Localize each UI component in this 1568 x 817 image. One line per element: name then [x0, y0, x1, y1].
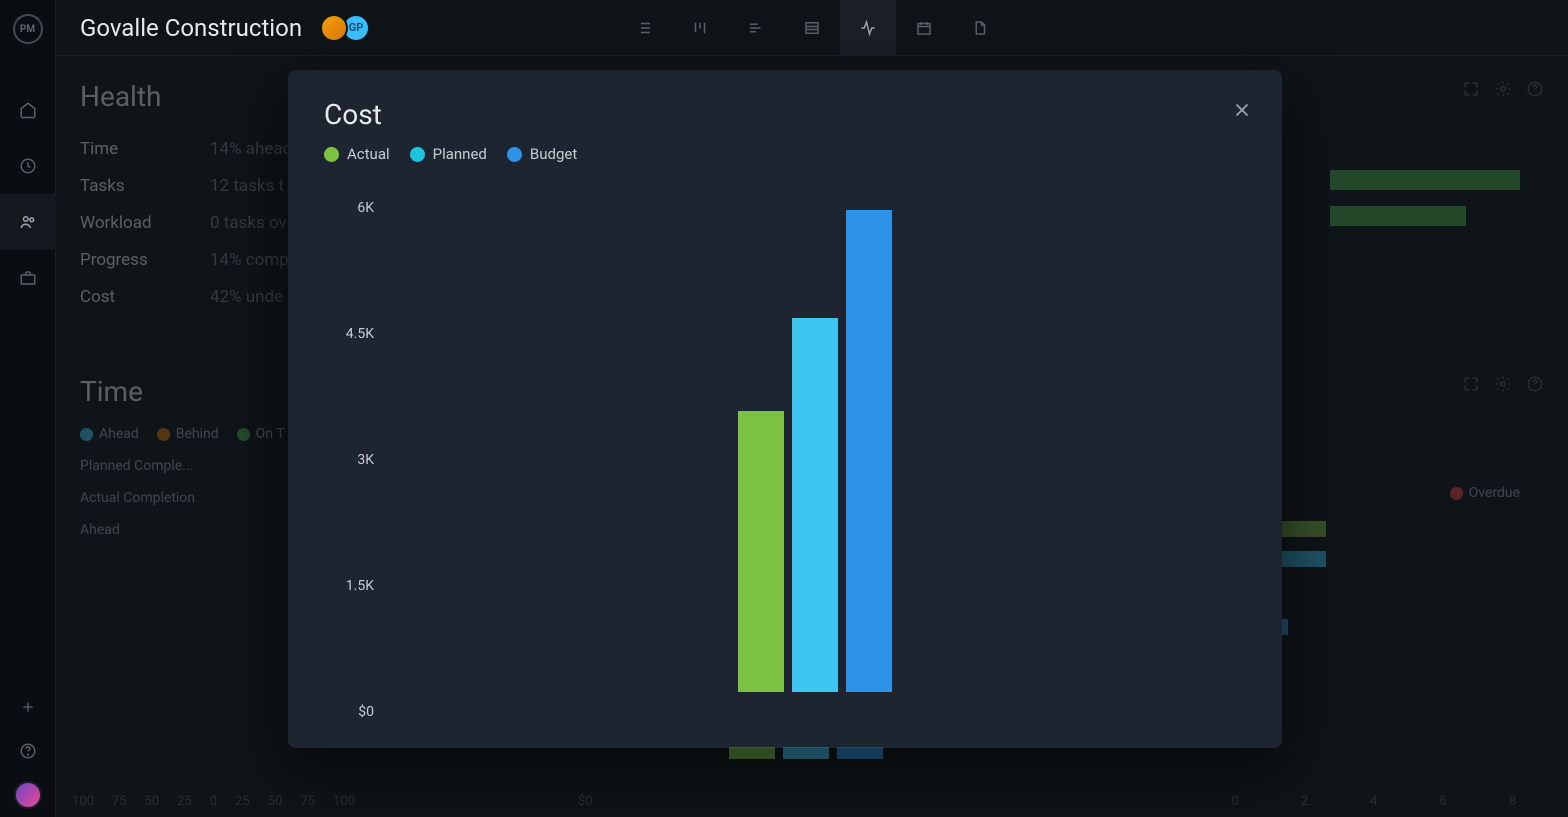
help-icon[interactable] [1526, 80, 1544, 98]
time-legend-behind: Behind [176, 426, 219, 442]
view-list-icon[interactable] [616, 0, 672, 56]
y-tick: 1.5K [324, 578, 374, 594]
modal-title: Cost [324, 98, 1246, 131]
bars [738, 210, 892, 692]
health-label: Time [80, 139, 210, 159]
legend-dot-budget [507, 147, 522, 162]
health-label: Progress [80, 250, 210, 270]
help-icon[interactable] [1526, 375, 1544, 393]
add-button[interactable] [0, 685, 56, 729]
health-label: Cost [80, 287, 210, 307]
nav-home-icon[interactable] [0, 82, 56, 138]
user-badge-1[interactable] [320, 14, 348, 42]
cost-modal: Cost Actual Planned Budget 6K 4.5K 3K 1.… [288, 70, 1282, 748]
left-sidebar: PM [0, 0, 56, 817]
health-panel-title: Health [80, 80, 161, 113]
modal-legend: Actual Planned Budget [324, 145, 1246, 163]
app-logo[interactable]: PM [13, 14, 43, 44]
task-axis-bg: 02468 [1231, 794, 1516, 809]
y-tick: 4.5K [324, 326, 374, 342]
project-title: Govalle Construction [80, 14, 302, 42]
health-label: Tasks [80, 176, 210, 196]
time-legend-ontrack: On T [256, 426, 285, 442]
nav-clock-icon[interactable] [0, 138, 56, 194]
tasks-legend-overdue: Overdue [1469, 485, 1520, 501]
legend-dot-planned [410, 147, 425, 162]
health-label: Workload [80, 213, 210, 233]
time-panel-title: Time [80, 375, 143, 408]
view-file-icon[interactable] [952, 0, 1008, 56]
nav-briefcase-icon[interactable] [0, 250, 56, 306]
bg-cost-bars [729, 747, 883, 759]
legend-label-budget: Budget [530, 145, 577, 163]
health-value: 12 tasks t [210, 176, 284, 196]
health-value: 0 tasks ov [210, 213, 287, 233]
y-tick: 3K [324, 452, 374, 468]
legend-dot-actual [324, 147, 339, 162]
nav-people-icon[interactable] [0, 194, 56, 250]
y-tick: $0 [324, 704, 374, 720]
legend-label-actual: Actual [347, 145, 390, 163]
bar-planned [792, 318, 838, 692]
expand-icon[interactable] [1462, 80, 1480, 98]
health-value: 14% ahead [210, 139, 292, 159]
health-value: 42% unde [210, 287, 283, 307]
chart-area: 6K 4.5K 3K 1.5K $0 [324, 200, 1246, 720]
bar-actual [738, 411, 784, 692]
view-switcher [616, 0, 1008, 56]
gear-icon[interactable] [1494, 80, 1512, 98]
top-header: Govalle Construction GP [56, 0, 1568, 56]
view-calendar-icon[interactable] [896, 0, 952, 56]
gear-icon[interactable] [1494, 375, 1512, 393]
view-board-icon[interactable] [672, 0, 728, 56]
close-icon[interactable] [1230, 98, 1254, 122]
help-icon[interactable] [0, 729, 56, 773]
user-badges[interactable]: GP [326, 14, 370, 42]
view-activity-icon[interactable] [840, 0, 896, 56]
user-avatar[interactable] [0, 773, 56, 817]
health-value: 14% comp [210, 250, 289, 270]
bar-budget [846, 210, 892, 692]
cost-axis-bg: $0 [578, 794, 593, 809]
y-axis: 6K 4.5K 3K 1.5K $0 [324, 200, 374, 720]
view-table-icon[interactable] [784, 0, 840, 56]
legend-label-planned: Planned [433, 145, 487, 163]
chart-plot [384, 210, 1246, 692]
view-timeline-icon[interactable] [728, 0, 784, 56]
expand-icon[interactable] [1462, 375, 1480, 393]
y-tick: 6K [324, 200, 374, 216]
time-axis: 1007550250255075100 [72, 794, 355, 809]
time-legend-ahead: Ahead [99, 426, 139, 442]
